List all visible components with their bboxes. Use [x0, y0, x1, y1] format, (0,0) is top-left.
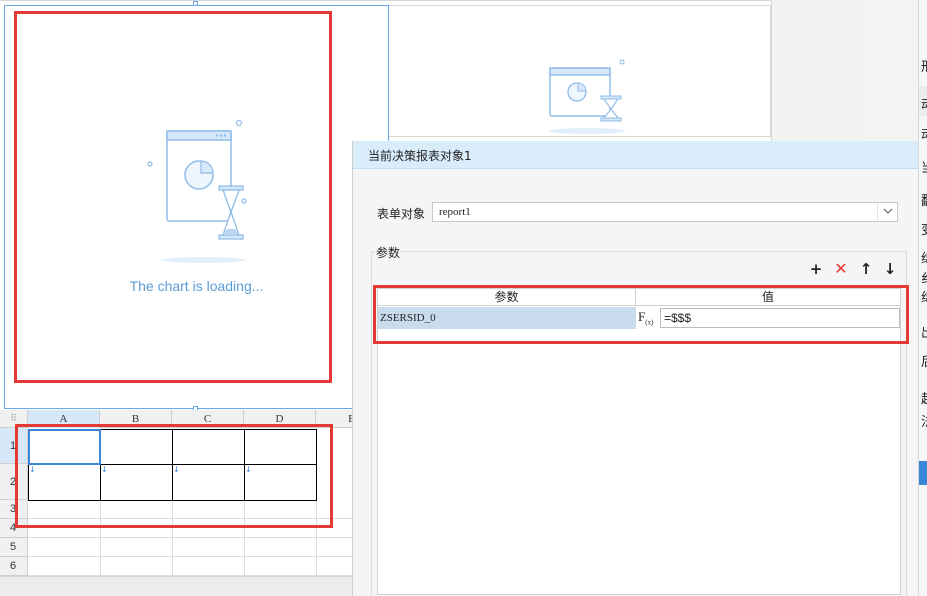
- grid-line: [28, 518, 352, 519]
- form-object-label: 表单对象: [377, 207, 426, 221]
- property-label[interactable]: 绵: [921, 287, 927, 306]
- row-header-3[interactable]: 3: [0, 500, 28, 519]
- property-apply-button[interactable]: [919, 461, 927, 485]
- cell-b1[interactable]: [100, 429, 173, 465]
- cell-c1[interactable]: [172, 429, 245, 465]
- property-label[interactable]: 当: [921, 157, 927, 176]
- cell-d1[interactable]: [244, 429, 317, 465]
- spreadsheet-grid[interactable]: ⠿ A B C D E 1 2 3 4 5 6 ↓ ↓ ↓ ↓: [0, 410, 352, 596]
- property-label[interactable]: 翻: [921, 190, 927, 209]
- property-label[interactable]: 法: [921, 411, 927, 430]
- column-header-row: ⠿ A B C D E: [0, 410, 352, 428]
- delete-param-button[interactable]: ✕: [832, 260, 850, 278]
- grid-line: [28, 556, 352, 557]
- params-group-label: 参数: [375, 244, 402, 261]
- property-label[interactable]: 起: [921, 388, 927, 407]
- property-label[interactable]: 后: [921, 351, 927, 370]
- property-label: 刑: [921, 56, 927, 75]
- property-label[interactable]: 动: [921, 124, 927, 143]
- column-header-param: 参数: [378, 289, 636, 306]
- row-header-5[interactable]: 5: [0, 538, 28, 557]
- decision-report-panel: 当前决策报表对象1 表单对象 report1 参数 + ✕ ↑ ↓ 参数 值 Z…: [352, 141, 919, 596]
- column-header-c[interactable]: C: [172, 410, 244, 428]
- grid-corner-icon[interactable]: ⠿: [0, 410, 28, 428]
- cell-a2[interactable]: [28, 464, 101, 501]
- chart-widget-right[interactable]: [389, 5, 771, 137]
- property-label[interactable]: 动: [921, 94, 927, 113]
- active-cell-a1[interactable]: [28, 429, 101, 465]
- panel-title: 当前决策报表对象1: [368, 149, 472, 163]
- chart-loading-label: The chart is loading...: [129, 278, 264, 294]
- cell-b2[interactable]: [100, 464, 173, 501]
- params-table-header: 参数 值: [378, 289, 900, 306]
- canvas-top-border: [0, 0, 860, 1]
- sheet-footer-bar: [0, 576, 352, 596]
- resize-handle-top[interactable]: [193, 1, 198, 6]
- canvas-side-strip: [771, 0, 860, 145]
- row-header-2[interactable]: 2: [0, 464, 28, 500]
- column-header-value: 值: [761, 290, 774, 304]
- property-panel: 刑 动 动 当 翻 变 绵 纟 绵 出 后 起 法: [918, 0, 927, 596]
- property-label[interactable]: 出: [921, 322, 927, 341]
- table-row[interactable]: ZSERSID_0 F(x) =$$$: [378, 307, 900, 329]
- expand-down-icon: ↓: [173, 465, 180, 474]
- column-header-d[interactable]: D: [244, 410, 316, 428]
- property-label[interactable]: 纟: [921, 268, 927, 287]
- param-name-cell[interactable]: ZSERSID_0: [378, 307, 636, 329]
- chart-loading-icon: [549, 59, 625, 134]
- form-object-select[interactable]: report1: [432, 202, 898, 222]
- cell-c2[interactable]: [172, 464, 245, 501]
- row-header-1[interactable]: 1: [0, 428, 28, 464]
- column-header-a[interactable]: A: [28, 410, 100, 428]
- move-up-button[interactable]: ↑: [857, 260, 875, 278]
- param-value-input[interactable]: =$$$: [660, 308, 900, 328]
- add-param-button[interactable]: +: [807, 260, 825, 278]
- row-header-4[interactable]: 4: [0, 519, 28, 538]
- cell-d2[interactable]: [244, 464, 317, 501]
- row-header-6[interactable]: 6: [0, 557, 28, 576]
- params-table: 参数 值 ZSERSID_0 F(x) =$$$: [377, 288, 901, 595]
- column-header-b[interactable]: B: [100, 410, 172, 428]
- chevron-down-icon[interactable]: [877, 203, 897, 221]
- grid-line: [28, 537, 352, 538]
- column-header-e[interactable]: E: [316, 410, 352, 428]
- expand-down-icon: ↓: [245, 465, 252, 474]
- expand-down-icon: ↓: [29, 465, 36, 474]
- form-object-value: report1: [439, 206, 471, 218]
- move-down-button[interactable]: ↓: [881, 260, 899, 278]
- panel-header: 当前决策报表对象1: [353, 141, 919, 169]
- formula-sub-label: (x): [645, 318, 654, 327]
- expand-down-icon: ↓: [101, 465, 108, 474]
- chart-widget-left[interactable]: The chart is loading...: [4, 5, 389, 409]
- formula-button[interactable]: F(x): [638, 308, 660, 328]
- property-label[interactable]: 绵: [921, 248, 927, 267]
- property-label[interactable]: 变: [921, 219, 927, 238]
- chart-loading-icon: [147, 119, 247, 263]
